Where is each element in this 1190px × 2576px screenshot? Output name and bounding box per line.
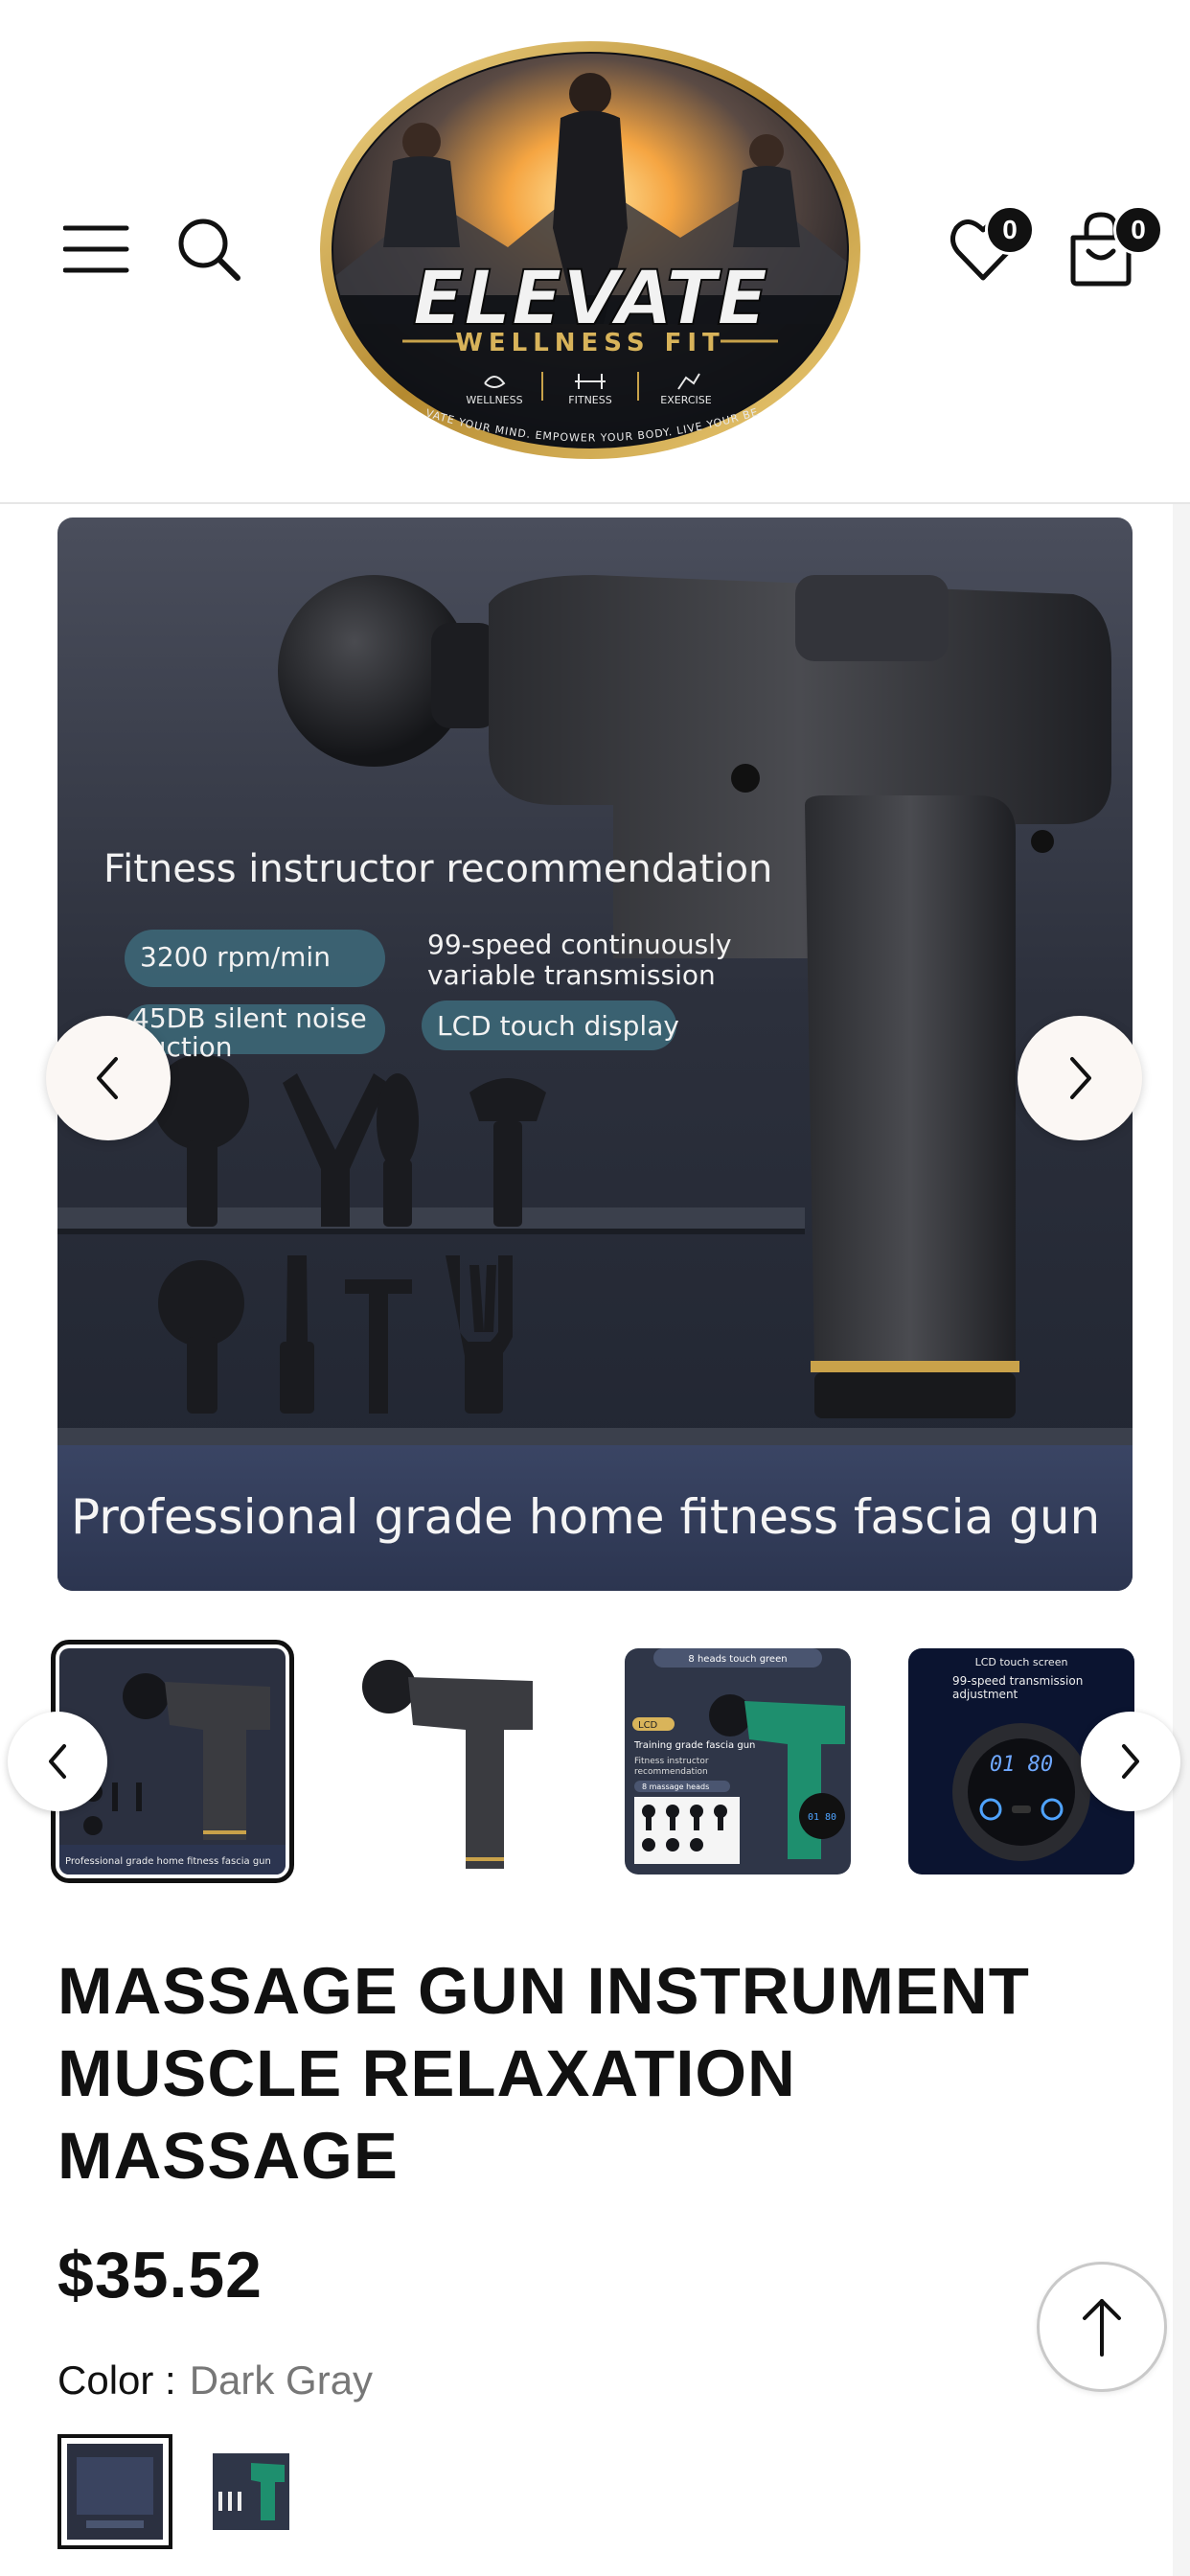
thumb-3-line1: Training grade fascia gun xyxy=(633,1740,755,1751)
arrow-up-icon xyxy=(1083,2299,1121,2357)
color-swatch-green[interactable] xyxy=(203,2444,299,2540)
cart-count-badge: 0 xyxy=(1113,205,1163,255)
thumbnail-3[interactable]: 8 heads touch green LCD Training grade f… xyxy=(625,1648,851,1874)
chevron-right-icon xyxy=(1070,1057,1091,1099)
main-image-next-button[interactable] xyxy=(1018,1016,1142,1140)
thumb-3-lcd: LCD xyxy=(638,1720,658,1731)
image-headline: Fitness instructor recommendation xyxy=(103,847,772,891)
thumb-4-line2: adjustment xyxy=(952,1688,1018,1701)
hamburger-menu-icon[interactable] xyxy=(62,220,130,278)
back-to-top-button[interactable] xyxy=(1037,2262,1167,2392)
chevron-left-icon xyxy=(97,1057,118,1099)
main-product-image[interactable]: Fitness instructor recommendation 3200 r… xyxy=(57,518,1133,1591)
logo-sub-text: WELLNESS FIT xyxy=(455,329,725,357)
color-label: Color : xyxy=(57,2358,176,2403)
feature-speed-line1: 99-speed continuously xyxy=(427,929,732,960)
product-title: MASSAGE GUN INSTRUMENT MUSCLE RELAXATION… xyxy=(57,1954,1030,2193)
site-header: ELEVATE WELLNESS FIT WELLNESS FITNESS EX… xyxy=(0,0,1190,504)
brand-logo[interactable]: ELEVATE WELLNESS FIT WELLNESS FITNESS EX… xyxy=(312,27,864,464)
thumbnail-2[interactable] xyxy=(341,1648,567,1874)
wishlist-button[interactable]: 0 xyxy=(949,205,1035,295)
wishlist-count-badge: 0 xyxy=(985,205,1035,255)
image-caption: Professional grade home fitness fascia g… xyxy=(71,1489,1100,1545)
thumb-3-top: 8 heads touch green xyxy=(688,1654,787,1665)
color-swatch-dark-gray[interactable] xyxy=(57,2434,172,2549)
feature-speed-line2: variable transmission xyxy=(427,959,716,991)
cart-button[interactable]: 0 xyxy=(1067,205,1163,295)
thumbnails-next-button[interactable] xyxy=(1081,1712,1180,1811)
color-selector-label: Color : Dark Gray xyxy=(57,2358,373,2404)
thumb-3-line2: Fitness instructor xyxy=(634,1757,709,1766)
feature-rpm: 3200 rpm/min xyxy=(140,941,331,973)
selected-color-value: Dark Gray xyxy=(189,2358,374,2403)
feature-lcd: LCD touch display xyxy=(437,1010,679,1042)
logo-tag-wellness: WELLNESS xyxy=(466,394,522,406)
feature-noise-line1: 45DB silent noise xyxy=(132,1002,367,1034)
thumb-3-heads: 8 massage heads xyxy=(642,1782,709,1791)
thumb-3-display: 01 80 xyxy=(808,1812,836,1823)
thumb-4-display: 01 80 xyxy=(990,1753,1053,1777)
thumb-4-top: LCD touch screen xyxy=(975,1656,1068,1668)
search-icon[interactable] xyxy=(176,217,243,284)
thumb-1-caption: Professional grade home fitness fascia g… xyxy=(65,1856,271,1867)
thumbnails-prev-button[interactable] xyxy=(8,1712,107,1811)
thumb-4-line1: 99-speed transmission xyxy=(952,1674,1083,1688)
logo-tag-exercise: EXERCISE xyxy=(660,394,711,406)
chevron-left-icon xyxy=(49,1744,66,1779)
thumb-3-line3: recommendation xyxy=(634,1767,708,1777)
product-price: $35.52 xyxy=(57,2239,263,2312)
chevron-right-icon xyxy=(1122,1744,1139,1779)
logo-tag-fitness: FITNESS xyxy=(568,394,611,406)
main-image-prev-button[interactable] xyxy=(46,1016,171,1140)
